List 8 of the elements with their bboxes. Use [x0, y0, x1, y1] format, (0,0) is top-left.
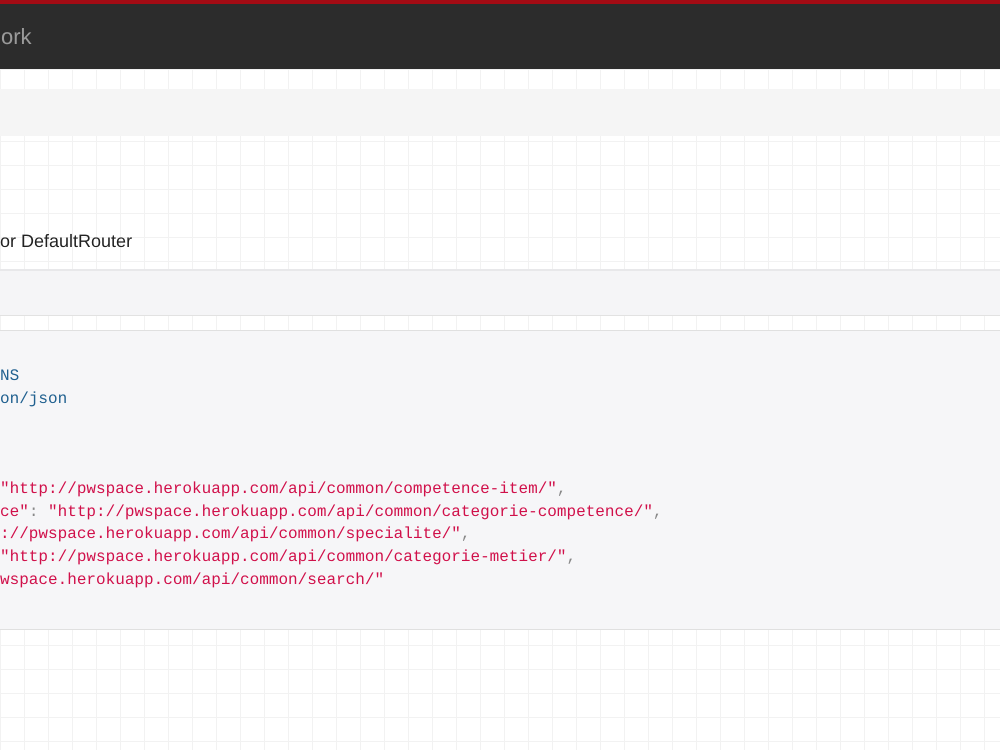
json-line: ce": "http://pwspace.herokuapp.com/api/common/categorie-competence/", [0, 502, 664, 523]
json-line: "http://pwspace.herokuapp.com/api/common/categorie-metier/", [0, 546, 578, 568]
json-line: "http://pwspace.herokuapp.com/api/common/competence-item/", [0, 479, 568, 500]
brand-title[interactable]: ork [1, 24, 32, 50]
header-line: on/json [0, 388, 68, 410]
json-line: ://pwspace.herokuapp.com/api/common/specialite/", [0, 524, 472, 546]
json-line: wspace.herokuapp.com/api/common/search/" [0, 570, 386, 591]
header-line: NS [0, 366, 20, 387]
